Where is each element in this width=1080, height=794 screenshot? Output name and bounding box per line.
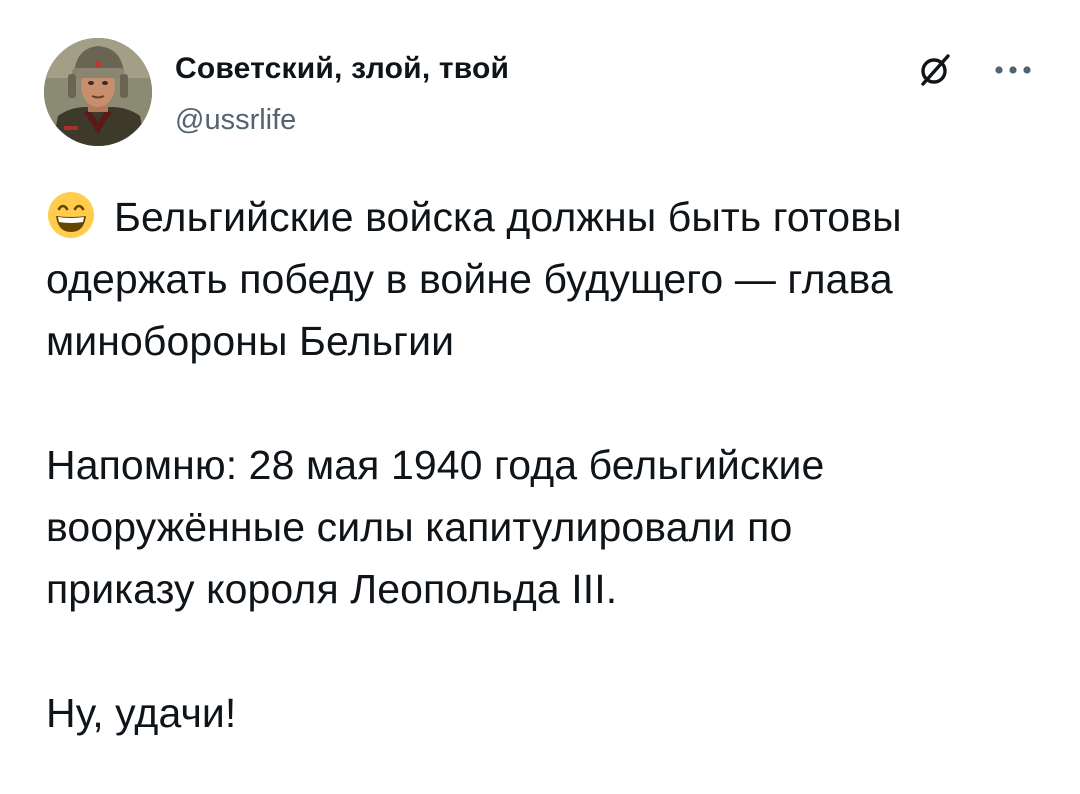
tweet-line-3: минобороны Бельгии [46, 318, 455, 364]
tweet-card[interactable]: Советский, злой, твой @ussrlife Бельгийс… [0, 0, 1080, 794]
grinning-face-emoji-icon [46, 190, 96, 240]
tweet-header: Советский, злой, твой @ussrlife [44, 38, 1044, 148]
tweet-text: Бельгийские войска должны быть готовы од… [46, 186, 1046, 744]
tweet-line-6: приказу короля Леопольда III. [46, 566, 618, 612]
tweet-line-4: Напомню: 28 мая 1940 года бельгийские [46, 442, 825, 488]
tweet-line-1-text: Бельгийские войска должны быть готовы [114, 194, 902, 240]
author-display-name[interactable]: Советский, злой, твой [175, 52, 509, 86]
tweet-line-1: Бельгийские войска должны быть готовы [46, 186, 1046, 248]
tweet-line-5: вооружённые силы капитулировали по [46, 504, 793, 550]
tweet-line-2: одержать победу в войне будущего — глава [46, 256, 893, 302]
soldier-portrait-image [44, 38, 152, 146]
author-handle[interactable]: @ussrlife [175, 104, 296, 137]
avatar[interactable] [44, 38, 152, 146]
more-dots-icon[interactable] [988, 48, 1038, 92]
grok-slash-icon[interactable] [911, 46, 959, 94]
tweet-line-7: Ну, удачи! [46, 690, 237, 736]
